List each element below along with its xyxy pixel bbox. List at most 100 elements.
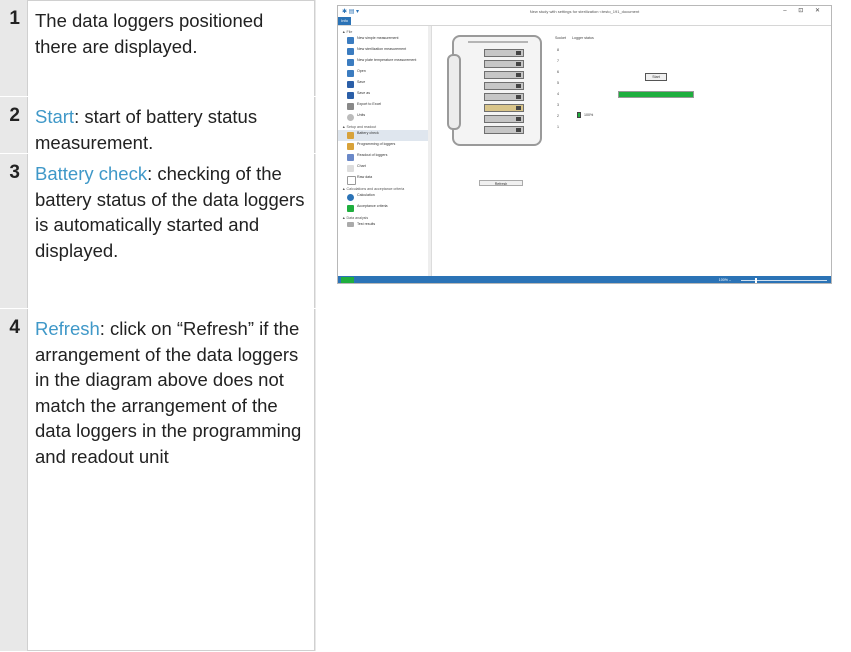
status-indicator xyxy=(341,277,354,283)
menu-item-label: Battery check xyxy=(357,131,379,135)
battery-icon xyxy=(577,112,581,118)
steps-table: 1 The data loggers positioned there are … xyxy=(0,0,316,652)
socket-number: 3 xyxy=(557,103,559,107)
menu-item-acceptance[interactable]: Acceptance criteria xyxy=(338,203,428,214)
menu-item-label: Save as xyxy=(357,91,370,95)
menu-item-new-plate[interactable]: New plate temperature measurement xyxy=(338,57,428,68)
logger-slot[interactable] xyxy=(484,49,524,57)
units-icon xyxy=(347,114,354,121)
programming-icon xyxy=(347,143,354,150)
socket-number: 7 xyxy=(557,59,559,63)
menu-item-label: Export to Excel xyxy=(357,102,382,106)
checkmark-icon xyxy=(347,205,354,212)
app-screenshot: ✱ ▤ ▾ New study with settings for steril… xyxy=(337,5,832,284)
menu-item-battery-check[interactable]: Battery check xyxy=(338,130,428,141)
menu-item-label: Units xyxy=(357,113,366,117)
step-number: 1 xyxy=(9,8,20,29)
menu-section-setup[interactable]: ▲ Setup and readout xyxy=(338,123,428,130)
battery-check-progress xyxy=(618,91,694,98)
step-text: The data loggers positioned there are di… xyxy=(27,0,315,96)
menu-item-test-results[interactable]: Test results xyxy=(338,221,428,229)
menu-item-label: Test results xyxy=(357,222,376,226)
step-number: 3 xyxy=(9,162,20,183)
step-row-1: 1 The data loggers positioned there are … xyxy=(0,0,316,97)
zoom-slider-handle[interactable] xyxy=(755,278,757,283)
menu-item-new-simple[interactable]: New simple measurement xyxy=(338,35,428,46)
menu-item-readout[interactable]: Readout of loggers xyxy=(338,152,428,163)
logger-case-diagram xyxy=(447,35,542,146)
logger-slot[interactable] xyxy=(484,126,524,134)
socket-number: 4 xyxy=(557,92,559,96)
step-number: 4 xyxy=(9,317,20,338)
menu-item-chart[interactable]: Chart xyxy=(338,163,428,174)
menu-item-label: Readout of loggers xyxy=(357,153,388,157)
logger-slot[interactable] xyxy=(484,115,524,123)
menu-item-label: New sterilization measurement xyxy=(357,47,407,51)
save-as-icon xyxy=(347,92,354,99)
step-row-4: 4 Refresh: click on “Refresh” if the arr… xyxy=(0,309,316,652)
socket-number: 6 xyxy=(557,70,559,74)
menu-item-label: Open xyxy=(357,69,366,73)
menu-item-save[interactable]: Save xyxy=(338,79,428,90)
step-text: Refresh: click on “Refresh” if the arran… xyxy=(27,309,315,651)
navigation-panel: ▲ File New simple measurement New steril… xyxy=(338,26,432,276)
menu-item-open[interactable]: Open xyxy=(338,68,428,79)
menu-section-calculations[interactable]: ▲ Calculations and acceptance criteria xyxy=(338,185,428,192)
navigation-menu: ▲ File New simple measurement New steril… xyxy=(338,28,428,229)
menu-item-label: Calculation xyxy=(357,193,375,197)
logger-slot[interactable] xyxy=(484,71,524,79)
socket-column-header: Socket xyxy=(555,36,566,40)
test-results-icon xyxy=(347,222,354,227)
logger-slot[interactable] xyxy=(484,104,524,112)
chart-icon xyxy=(347,165,354,172)
menu-item-calculation[interactable]: Calculation xyxy=(338,192,428,203)
step-keyword: Battery check xyxy=(35,163,148,184)
step-row-3: 3 Battery check: checking of the battery… xyxy=(0,154,316,309)
step-text: Battery check: checking of the battery s… xyxy=(27,154,315,308)
socket-number: 2 xyxy=(557,114,559,118)
logger-slot[interactable] xyxy=(484,93,524,101)
battery-check-view: Refresh Socket Logger status 8 7 6 5 4 3… xyxy=(432,26,831,276)
step-row-2: 2 Start: start of battery status measure… xyxy=(0,97,316,154)
zoom-level: 100% – xyxy=(718,278,731,282)
menu-item-label: Programming of loggers xyxy=(357,142,396,146)
calculation-icon xyxy=(347,194,354,201)
navigation-scrollbar[interactable] xyxy=(428,26,431,276)
step-text: Start: start of battery status measureme… xyxy=(27,97,315,153)
readout-icon xyxy=(347,154,354,161)
step-keyword: Start xyxy=(35,106,75,127)
menu-item-export-excel[interactable]: Export to Excel xyxy=(338,101,428,112)
menu-item-label: Save xyxy=(357,80,366,84)
logger-slot[interactable] xyxy=(484,60,524,68)
start-button[interactable]: Start xyxy=(645,73,667,81)
menu-item-units[interactable]: Units xyxy=(338,112,428,123)
zoom-slider-track[interactable] xyxy=(741,280,827,281)
step-keyword: Refresh xyxy=(35,318,100,339)
menu-item-label: Raw data xyxy=(357,175,373,179)
menu-section-file[interactable]: ▲ File xyxy=(338,28,428,35)
refresh-button[interactable]: Refresh xyxy=(479,180,523,186)
step-description: : click on “Refresh” if the arrangement … xyxy=(35,318,302,467)
menu-item-save-as[interactable]: Save as xyxy=(338,90,428,101)
logger-slot[interactable] xyxy=(484,82,524,90)
logger-status-column-header: Logger status xyxy=(572,36,594,40)
measurement-icon xyxy=(347,59,354,66)
socket-number: 1 xyxy=(557,125,559,129)
window-controls[interactable]: – ⊡ ✕ xyxy=(783,7,825,14)
raw-data-icon xyxy=(347,176,356,185)
open-icon xyxy=(347,70,354,77)
menu-item-label: New plate temperature measurement xyxy=(357,58,417,62)
menu-item-new-sterilization[interactable]: New sterilization measurement xyxy=(338,46,428,57)
menu-section-data-analysis[interactable]: ▲ Data analysis xyxy=(338,214,428,221)
menu-item-label: Acceptance criteria xyxy=(357,204,388,208)
measurement-icon xyxy=(347,48,354,55)
menu-item-raw-data[interactable]: Raw data xyxy=(338,174,428,185)
info-tab[interactable]: Info xyxy=(338,17,351,25)
menu-item-programming[interactable]: Programming of loggers xyxy=(338,141,428,152)
step-description: The data loggers positioned there are di… xyxy=(35,10,264,57)
progress-fill xyxy=(619,92,693,97)
measurement-icon xyxy=(347,37,354,44)
step-number: 2 xyxy=(9,105,20,126)
battery-check-icon xyxy=(347,132,354,139)
socket-number: 8 xyxy=(557,48,559,52)
